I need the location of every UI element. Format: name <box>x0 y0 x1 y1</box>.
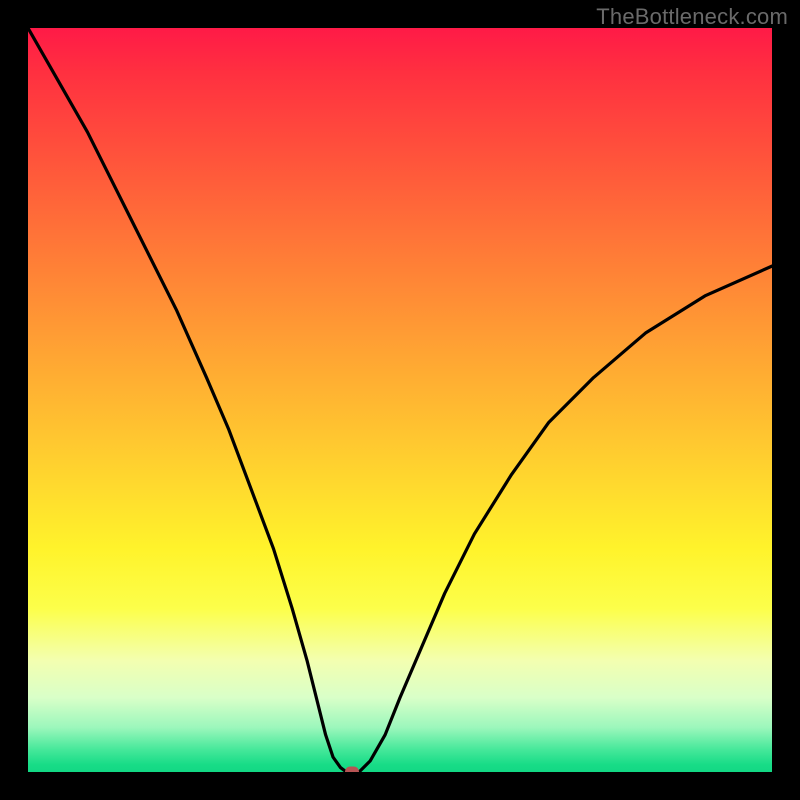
bottleneck-curve <box>28 28 772 772</box>
plot-area <box>28 28 772 772</box>
watermark-text: TheBottleneck.com <box>596 4 788 30</box>
chart-frame: TheBottleneck.com <box>0 0 800 800</box>
minimum-marker <box>345 767 359 773</box>
